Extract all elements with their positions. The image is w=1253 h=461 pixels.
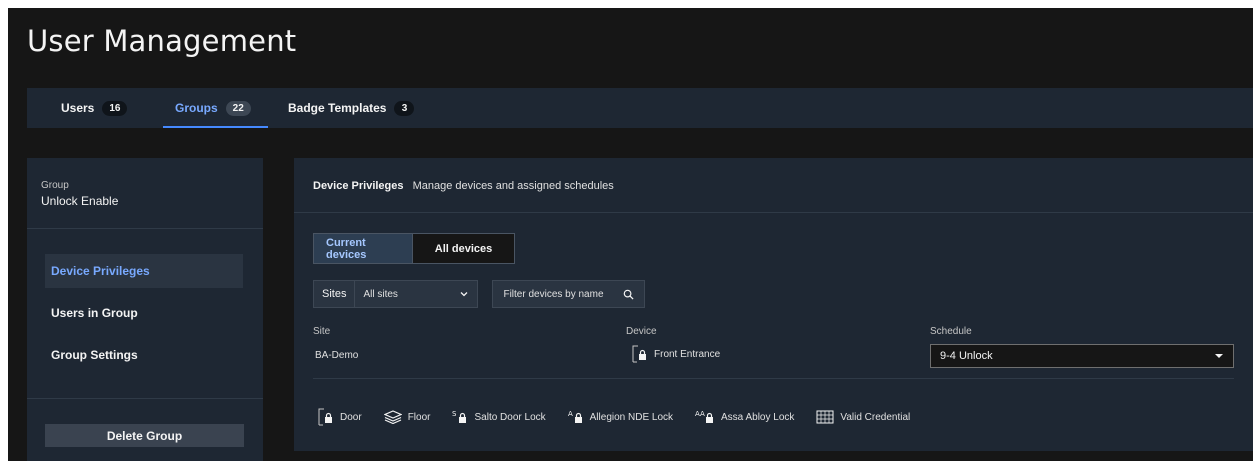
column-header-device: Device [626,326,657,337]
group-caption: Group [41,180,69,191]
door-lock-icon [318,408,332,426]
schedule-dropdown[interactable]: 9-4 Unlock [930,344,1234,368]
legend-item-allegion: A Allegion NDE Lock [568,410,673,424]
salto-lock-icon: S [452,410,467,423]
panel-subtitle: Manage devices and assigned schedules [412,180,614,192]
tab-count-badge: 3 [394,100,415,116]
tab-groups[interactable]: Groups 22 [163,88,268,128]
app-window: User Management Users 16 Groups 22 Badge… [8,8,1253,461]
page-title: User Management [27,24,297,58]
search-input[interactable] [503,288,619,300]
legend-label: Salto Door Lock [474,411,546,423]
panel-header: Device Privileges Manage devices and ass… [313,180,614,192]
device-name: Front Entrance [654,348,721,360]
sidebar-divider [27,398,263,399]
floor-layers-icon [383,410,402,424]
delete-group-button[interactable]: Delete Group [45,424,244,447]
panel-title: Device Privileges [313,180,404,192]
svg-text:A: A [568,410,573,418]
sidebar-item-users-in-group[interactable]: Users in Group [45,296,243,330]
sites-filter: Sites All sites [313,280,479,308]
group-sidebar: Group Unlock Enable Device Privileges Us… [27,158,263,461]
legend-item-door: Door [318,408,362,426]
sites-label: Sites [314,281,356,307]
search-icon[interactable] [623,289,635,300]
legend-label: Floor [407,411,431,423]
sidebar-item-label: Users in Group [51,306,138,320]
column-header-site: Site [313,326,331,337]
row-divider [313,378,1234,379]
legend-item-salto: S Salto Door Lock [452,410,546,424]
site-cell: BA-Demo [315,350,359,361]
legend-label: Allegion NDE Lock [589,411,674,423]
legend-item-assa-abloy: AA Assa Abloy Lock [695,410,794,424]
tab-badge-templates[interactable]: Badge Templates 3 [288,88,415,128]
sites-selected-value: All sites [363,288,398,300]
tab-bar: Users 16 Groups 22 Badge Templates 3 [27,88,1253,128]
column-header-schedule: Schedule [930,326,972,337]
allegion-lock-icon: A [568,410,582,423]
tab-label: Users [61,101,95,115]
svg-text:AA: AA [695,410,705,418]
tab-label: Badge Templates [288,101,387,115]
device-scope-switcher: Current devices All devices [313,233,515,264]
svg-text:S: S [452,410,457,418]
device-cell: Front Entrance [632,345,720,363]
credential-grid-icon [816,410,834,424]
tab-count-badge: 22 [225,100,251,116]
sidebar-item-label: Group Settings [51,348,138,362]
assa-abloy-lock-icon: AA [695,410,714,423]
sidebar-item-group-settings[interactable]: Group Settings [45,338,243,372]
schedule-selected-value: 9-4 Unlock [940,350,993,362]
tab-count-badge: 16 [102,100,128,116]
sidebar-item-label: Device Privileges [51,264,150,278]
legend-label: Valid Credential [840,411,911,423]
sidebar-divider [27,228,263,229]
chevron-down-icon [461,292,468,297]
legend-label: Door [340,411,362,423]
legend-label: Assa Abloy Lock [721,411,795,423]
current-devices-button[interactable]: Current devices [314,234,413,263]
group-name: Unlock Enable [41,194,119,208]
all-devices-button[interactable]: All devices [413,234,514,263]
device-icon-legend: Door Floor S Salto Door Lock A Allegion … [318,408,910,426]
tab-label: Groups [175,101,218,115]
legend-item-valid-credential: Valid Credential [816,410,910,424]
caret-down-icon [1215,354,1223,358]
sidebar-item-device-privileges[interactable]: Device Privileges [45,254,243,288]
device-search [492,280,646,308]
panel-divider [294,212,1253,213]
tab-users[interactable]: Users 16 [61,88,128,128]
sites-dropdown[interactable]: All sites [355,281,477,307]
device-privileges-panel: Device Privileges Manage devices and ass… [294,158,1253,451]
door-lock-icon [632,345,646,363]
legend-item-floor: Floor [383,410,431,424]
filter-bar: Sites All sites [313,280,646,308]
